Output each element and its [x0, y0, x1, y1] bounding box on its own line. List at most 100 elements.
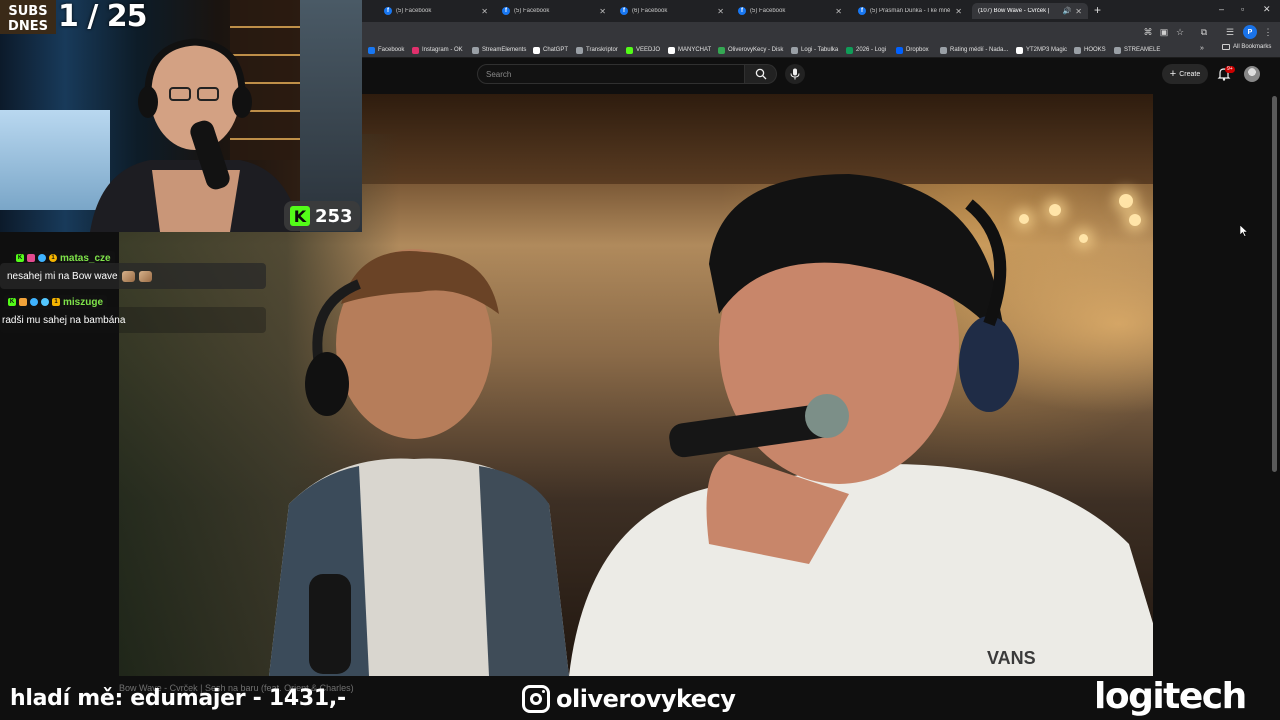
mouse-cursor-icon — [1240, 225, 1248, 237]
subs-goal-logo: SUBS DNES — [0, 0, 56, 34]
kick-badge-icon: K — [16, 254, 24, 262]
close-icon[interactable]: ✕ — [481, 7, 488, 16]
bookmark-item[interactable]: Transkriptor — [576, 44, 618, 56]
instagram-icon — [412, 46, 419, 54]
bookmark-item[interactable]: StreamElements — [472, 44, 526, 56]
facebook-icon — [368, 46, 375, 54]
facebook-icon: f — [620, 7, 628, 15]
bookmark-item[interactable]: ChatGPT — [533, 44, 568, 56]
speaker-icon[interactable]: 🔊 — [1063, 7, 1072, 15]
create-label: Create — [1179, 70, 1201, 78]
chat-message: radši mu sahej na bambána — [0, 307, 266, 333]
notifications-badge: 9+ — [1225, 66, 1235, 73]
search-icon — [755, 68, 766, 80]
window-close-icon[interactable]: ✕ — [1263, 3, 1271, 15]
screen-capture-icon[interactable]: ▣ — [1158, 26, 1170, 38]
bookmark-label: Rating médií - Nada... — [950, 47, 1009, 53]
bookmark-item[interactable]: YT2MP3 Magic — [1016, 44, 1067, 56]
close-icon[interactable]: ✕ — [717, 7, 724, 16]
folder-icon — [791, 46, 798, 54]
browser-tab[interactable]: f (5) Facebook ✕ — [378, 3, 494, 19]
kick-viewer-count: K 253 — [284, 201, 360, 231]
facebook-icon: f — [738, 7, 746, 15]
bookmark-star-icon[interactable]: ☆ — [1174, 26, 1186, 38]
manychat-icon — [668, 46, 675, 54]
close-icon[interactable]: ✕ — [599, 7, 606, 16]
bookmark-label: VEEDJO — [636, 47, 661, 53]
webcam-feed — [0, 0, 362, 232]
bookmark-label: ChatGPT — [543, 47, 569, 53]
bookmark-item[interactable]: HOOKS — [1074, 44, 1106, 56]
subs-label-bottom: DNES — [8, 19, 48, 34]
all-bookmarks-button[interactable]: All Bookmarks — [1222, 44, 1271, 50]
bookmark-item[interactable]: STREAMELE — [1114, 44, 1160, 56]
account-avatar[interactable] — [1244, 66, 1260, 82]
close-icon[interactable]: ✕ — [835, 7, 842, 16]
search-placeholder: Search — [486, 69, 512, 79]
create-button[interactable]: + Create — [1162, 64, 1208, 84]
tab-title: (5) Facebook — [514, 8, 550, 14]
emote-icon — [121, 270, 135, 282]
sidebar-icon[interactable]: ☰ — [1224, 26, 1236, 38]
bookmark-item[interactable]: MANYCHAT — [668, 44, 711, 56]
plus-icon: + — [1169, 67, 1177, 80]
bookmark-item[interactable]: Logi - Tabulka — [791, 44, 838, 56]
verified-badge-icon — [30, 298, 38, 306]
search-button[interactable] — [745, 64, 777, 84]
bookmark-item[interactable]: VEEDJO — [626, 44, 660, 56]
microphone-icon — [790, 68, 800, 80]
all-bookmarks-label: All Bookmarks — [1233, 44, 1272, 50]
bookmark-item[interactable]: Instagram - OK — [412, 44, 463, 56]
donation-ticker: hladí mě: edumajer - 1431,- — [10, 686, 346, 711]
verified-badge-icon — [38, 254, 46, 262]
facebook-icon: f — [384, 7, 392, 15]
bookmark-item[interactable]: 2026 - Logi — [846, 44, 886, 56]
bookmarks-overflow-icon[interactable]: » — [1200, 45, 1204, 52]
webcam-streamer — [90, 38, 300, 232]
chat-username: matas_cze — [60, 252, 111, 264]
viewer-count: 253 — [315, 205, 353, 227]
search-input[interactable]: Search — [477, 64, 745, 84]
yt2mp3-icon — [1016, 46, 1023, 54]
browser-tab-active[interactable]: ▶ (107) Bow Wave - Cvrček | 🔊 ✕ — [972, 3, 1088, 70]
browser-tab[interactable]: f (5) Facebook ✕ — [496, 3, 612, 19]
sheets-icon — [846, 46, 853, 54]
chat-message-text: nesahej mi na Bow wave — [7, 270, 118, 282]
video-person-singer: VANS — [569, 174, 1153, 676]
new-tab-button[interactable]: + — [1094, 4, 1101, 16]
voice-search-button[interactable] — [785, 64, 805, 84]
minimize-icon[interactable]: – — [1219, 3, 1224, 15]
gift-badge-icon: 1 — [49, 254, 57, 262]
chat-message: nesahej mi na Bow wave — [0, 263, 266, 289]
chatgpt-icon — [533, 46, 540, 54]
subs-goal-counter: 1 / 25 — [58, 0, 147, 34]
bookmark-label: Transkriptor — [586, 47, 618, 53]
google-drive-icon — [718, 46, 725, 54]
browser-tab[interactable]: f (5) Prasman Dunka - I ke mně d ✕ — [852, 3, 968, 19]
bookmark-item[interactable]: Rating médií - Nada... — [940, 44, 1008, 56]
instagram-handle-banner: oliverovykecy — [522, 685, 736, 713]
instagram-handle: oliverovykecy — [556, 685, 736, 713]
bookmark-item[interactable]: Facebook — [368, 44, 404, 56]
browser-tab[interactable]: f (5) Facebook ✕ — [732, 3, 848, 19]
gift-badge-icon — [41, 298, 49, 306]
chat-username: miszuge — [63, 296, 104, 308]
folder-icon — [1114, 46, 1121, 54]
page-scrollbar[interactable] — [1272, 96, 1277, 472]
bookmark-item[interactable]: Dropbox — [896, 44, 929, 56]
browser-tab[interactable]: f (6) Facebook ✕ — [614, 3, 730, 19]
bookmark-label: Dropbox — [906, 47, 929, 53]
subscriber-badge-icon — [19, 298, 27, 306]
tab-title: (107) Bow Wave - Cvrček | — [978, 8, 1050, 14]
maximize-icon[interactable]: ▫ — [1241, 3, 1244, 15]
bookmark-item[interactable]: OliverovyKecy - Disk — [718, 44, 783, 56]
sponsor-logo: logitech — [1094, 676, 1247, 717]
close-icon[interactable]: ✕ — [1075, 7, 1082, 16]
browser-profile-avatar[interactable]: P — [1243, 25, 1257, 39]
menu-kebab-icon[interactable]: ⋮ — [1262, 26, 1274, 38]
close-icon[interactable]: ✕ — [955, 7, 962, 16]
translate-icon[interactable]: ⌘ — [1142, 26, 1154, 38]
folder-icon — [1222, 44, 1230, 50]
extensions-icon[interactable]: ⧉ — [1198, 26, 1210, 38]
bookmark-label: STREAMELE — [1124, 47, 1161, 53]
